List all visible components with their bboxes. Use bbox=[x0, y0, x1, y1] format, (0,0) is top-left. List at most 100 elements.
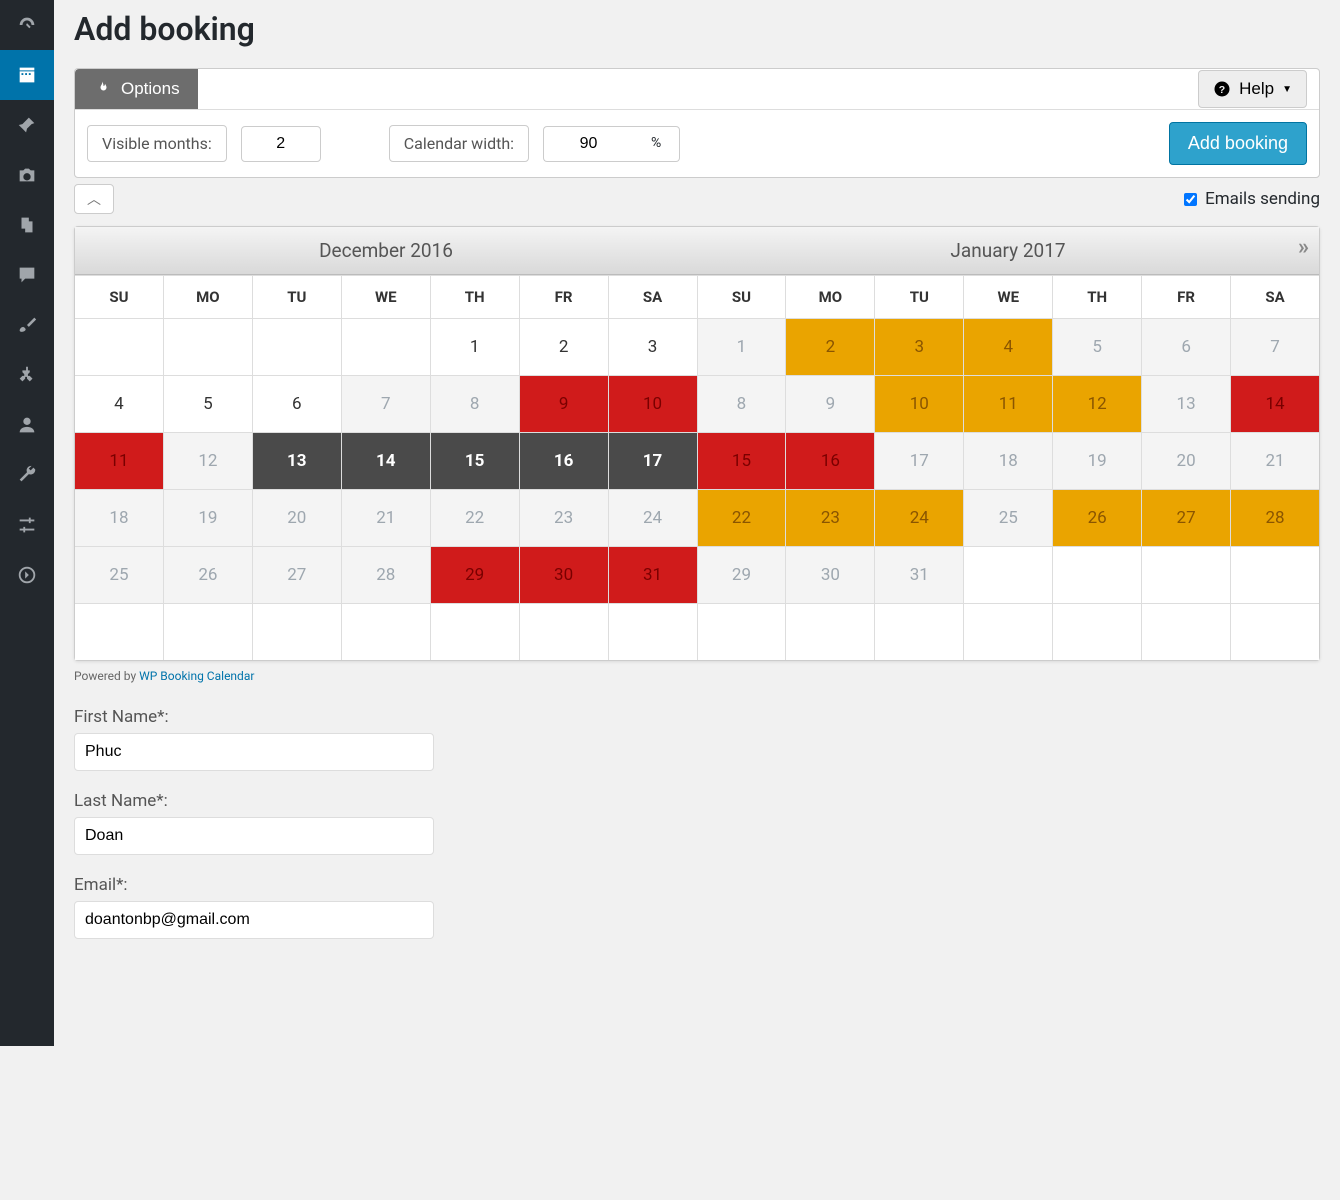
calendar-day[interactable]: 5 bbox=[164, 376, 252, 432]
calendar-day[interactable]: 23 bbox=[786, 490, 874, 546]
calendar-day[interactable]: 27 bbox=[1142, 490, 1230, 546]
calendar-day[interactable]: 3 bbox=[875, 319, 963, 375]
calendar-day bbox=[75, 604, 163, 660]
help-button[interactable]: ? Help ▼ bbox=[1198, 70, 1307, 108]
calendar-day[interactable]: 20 bbox=[1142, 433, 1230, 489]
calendar-day[interactable]: 24 bbox=[609, 490, 697, 546]
calendar-width-unit[interactable]: % bbox=[633, 126, 680, 162]
calendar-day[interactable]: 23 bbox=[520, 490, 608, 546]
calendar-day[interactable]: 4 bbox=[964, 319, 1052, 375]
email-input[interactable] bbox=[74, 901, 434, 939]
weekday-header: WE bbox=[342, 276, 430, 318]
calendar-day[interactable]: 10 bbox=[609, 376, 697, 432]
calendar-day[interactable]: 11 bbox=[75, 433, 163, 489]
help-label: Help bbox=[1239, 79, 1274, 99]
emails-sending-checkbox[interactable] bbox=[1184, 193, 1197, 206]
pin-icon bbox=[16, 114, 38, 136]
calendar-day[interactable]: 9 bbox=[520, 376, 608, 432]
calendar-day[interactable]: 21 bbox=[342, 490, 430, 546]
collapse-icon bbox=[16, 564, 38, 586]
weekday-header: TU bbox=[253, 276, 341, 318]
calendar-width-input[interactable] bbox=[543, 126, 633, 162]
calendar-day[interactable]: 8 bbox=[698, 376, 786, 432]
calendar-day[interactable]: 18 bbox=[75, 490, 163, 546]
calendar-day[interactable]: 22 bbox=[431, 490, 519, 546]
calendar-day[interactable]: 14 bbox=[342, 433, 430, 489]
calendar-day[interactable]: 1 bbox=[431, 319, 519, 375]
powered-link[interactable]: WP Booking Calendar bbox=[139, 669, 254, 683]
calendar-day[interactable]: 27 bbox=[253, 547, 341, 603]
calendar-day[interactable]: 15 bbox=[431, 433, 519, 489]
calendar-day[interactable]: 31 bbox=[609, 547, 697, 603]
calendar-day[interactable]: 8 bbox=[431, 376, 519, 432]
calendar-day[interactable]: 22 bbox=[698, 490, 786, 546]
first-name-input[interactable] bbox=[74, 733, 434, 771]
calendar-day[interactable]: 14 bbox=[1231, 376, 1319, 432]
sidebar-plugins[interactable] bbox=[0, 350, 54, 400]
calendar-day[interactable]: 30 bbox=[520, 547, 608, 603]
sidebar-settings[interactable] bbox=[0, 500, 54, 550]
calendar-day[interactable]: 19 bbox=[1053, 433, 1141, 489]
sidebar-pages[interactable] bbox=[0, 200, 54, 250]
calendar-day[interactable]: 25 bbox=[75, 547, 163, 603]
calendar-day[interactable]: 9 bbox=[786, 376, 874, 432]
calendar-day[interactable]: 2 bbox=[786, 319, 874, 375]
emails-sending-toggle[interactable]: Emails sending bbox=[1184, 189, 1320, 209]
weekday-header: MO bbox=[786, 276, 874, 318]
calendar-day[interactable]: 19 bbox=[164, 490, 252, 546]
calendar-day[interactable]: 31 bbox=[875, 547, 963, 603]
calendar-day[interactable]: 10 bbox=[875, 376, 963, 432]
calendar-day[interactable]: 28 bbox=[1231, 490, 1319, 546]
sidebar-appearance[interactable] bbox=[0, 300, 54, 350]
weekday-header: TH bbox=[431, 276, 519, 318]
calendar-day[interactable]: 20 bbox=[253, 490, 341, 546]
calendar-day[interactable]: 2 bbox=[520, 319, 608, 375]
calendar-day[interactable]: 5 bbox=[1053, 319, 1141, 375]
calendar-day[interactable]: 25 bbox=[964, 490, 1052, 546]
calendar-day[interactable]: 18 bbox=[964, 433, 1052, 489]
sidebar-media[interactable] bbox=[0, 150, 54, 200]
calendar-day[interactable]: 17 bbox=[875, 433, 963, 489]
calendar-day[interactable]: 24 bbox=[875, 490, 963, 546]
email-label: Email*: bbox=[74, 875, 1320, 895]
sidebar-users[interactable] bbox=[0, 400, 54, 450]
sidebar-posts[interactable] bbox=[0, 100, 54, 150]
add-booking-button[interactable]: Add booking bbox=[1169, 122, 1307, 165]
calendar-day[interactable]: 26 bbox=[164, 547, 252, 603]
sidebar-collapse[interactable] bbox=[0, 550, 54, 600]
calendar-day[interactable]: 11 bbox=[964, 376, 1052, 432]
calendar-day[interactable]: 16 bbox=[786, 433, 874, 489]
sidebar-booking[interactable] bbox=[0, 50, 54, 100]
sidebar-comments[interactable] bbox=[0, 250, 54, 300]
calendar-day[interactable]: 16 bbox=[520, 433, 608, 489]
collapse-options-button[interactable]: ︿ bbox=[74, 184, 114, 214]
visible-months-label: Visible months: bbox=[87, 125, 227, 162]
last-name-input[interactable] bbox=[74, 817, 434, 855]
calendar-day[interactable]: 6 bbox=[1142, 319, 1230, 375]
calendar-day[interactable]: 12 bbox=[1053, 376, 1141, 432]
options-tab[interactable]: Options bbox=[75, 69, 198, 109]
calendar-day[interactable]: 26 bbox=[1053, 490, 1141, 546]
calendar-day[interactable]: 1 bbox=[698, 319, 786, 375]
sidebar-tools[interactable] bbox=[0, 450, 54, 500]
calendar-day[interactable]: 3 bbox=[609, 319, 697, 375]
calendar-day[interactable]: 17 bbox=[609, 433, 697, 489]
calendar-day bbox=[1142, 547, 1230, 603]
calendar-day[interactable]: 12 bbox=[164, 433, 252, 489]
calendar-day[interactable]: 7 bbox=[342, 376, 430, 432]
calendar-day[interactable]: 29 bbox=[431, 547, 519, 603]
next-month-button[interactable]: » bbox=[1298, 235, 1309, 260]
calendar-day[interactable]: 13 bbox=[253, 433, 341, 489]
calendar-day[interactable]: 29 bbox=[698, 547, 786, 603]
sidebar-dashboard[interactable] bbox=[0, 0, 54, 50]
calendar-day[interactable]: 13 bbox=[1142, 376, 1230, 432]
pages-icon bbox=[16, 214, 38, 236]
calendar-day[interactable]: 4 bbox=[75, 376, 163, 432]
visible-months-input[interactable] bbox=[241, 126, 321, 162]
calendar-day[interactable]: 6 bbox=[253, 376, 341, 432]
calendar-day[interactable]: 30 bbox=[786, 547, 874, 603]
calendar-day[interactable]: 7 bbox=[1231, 319, 1319, 375]
calendar-day[interactable]: 21 bbox=[1231, 433, 1319, 489]
calendar-day[interactable]: 15 bbox=[698, 433, 786, 489]
calendar-day[interactable]: 28 bbox=[342, 547, 430, 603]
